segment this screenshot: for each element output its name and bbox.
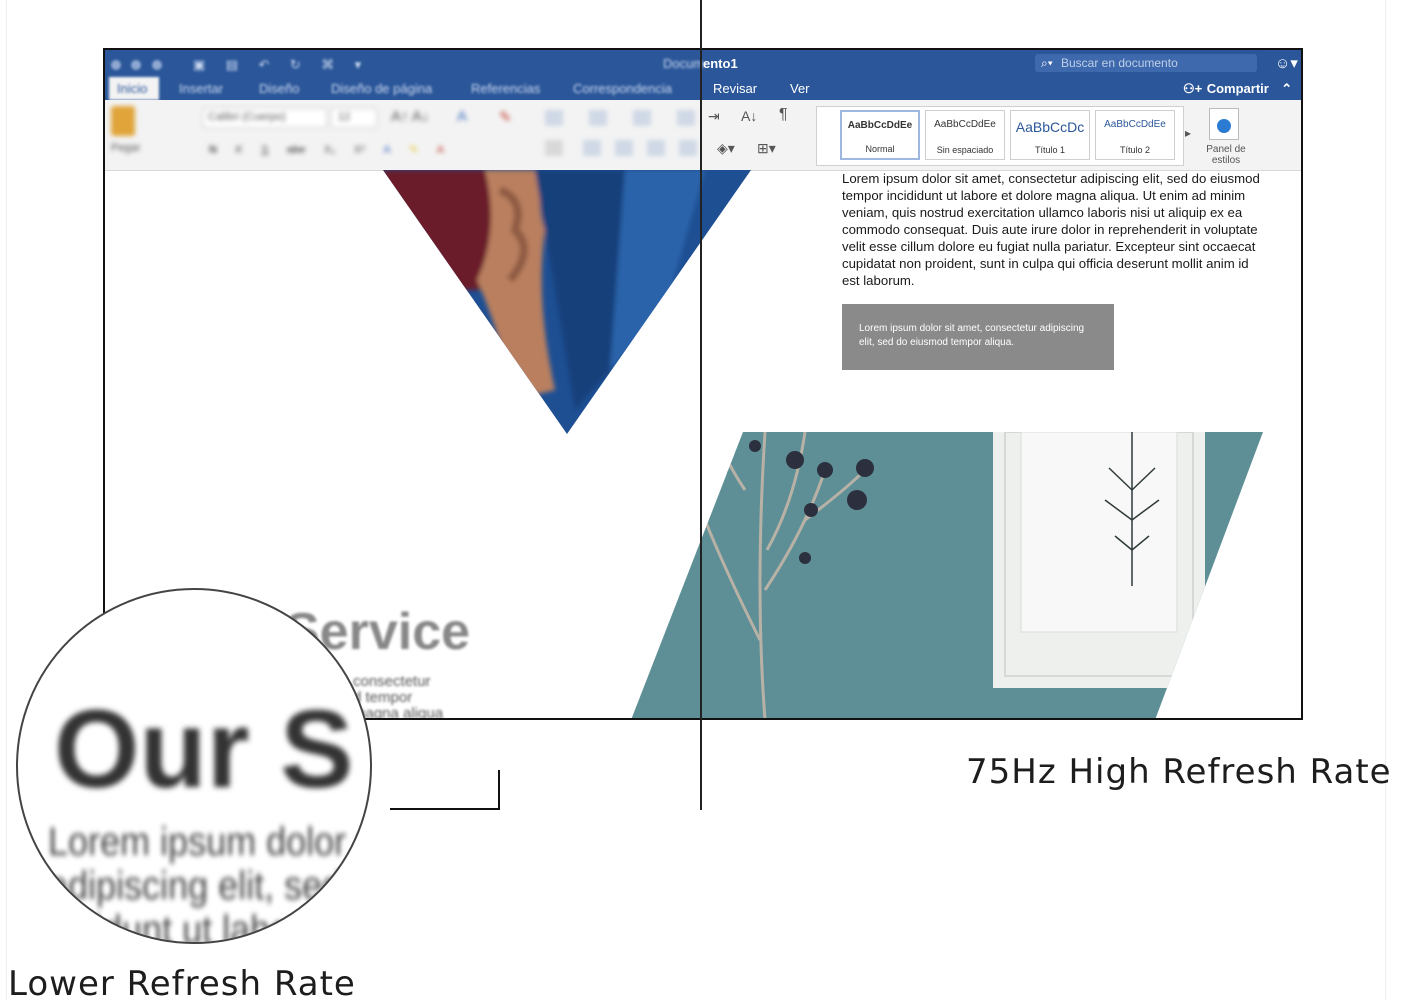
tab-referencias[interactable]: Referencias [471,81,540,96]
tab-inicio[interactable]: Inicio [117,81,147,96]
format-buttons: N K S abe X₂ X² A ✎ A [209,140,444,158]
paste-icon[interactable] [111,106,135,136]
paste-label[interactable]: Pegar [111,142,140,154]
style-titulo-2[interactable]: AaBbCcDdEe Título 2 [1095,110,1175,160]
pointer-line-vertical [498,770,500,810]
title-bar: ▣ ▤ ↶ ↻ ⌘ ▾ Docum ento1 ⌕▾ Buscar en doc… [105,50,1301,76]
indent-right-icon[interactable]: ⇥ [708,108,720,125]
text-effects-icon[interactable]: A [457,108,467,125]
tab-insertar[interactable]: Insertar [179,81,223,96]
clear-format-icon[interactable]: ✎ [499,108,512,126]
search-icon: ⌕▾ [1041,56,1053,70]
styles-more-arrow-icon[interactable]: ▸ [1185,126,1191,140]
align-center-icon[interactable] [583,140,601,156]
numbering-icon[interactable] [589,110,607,126]
ribbon: Pegar Calibri (Cuerpo) 12 A↑ A↓ A ✎ N K … [105,100,1301,171]
align-left-icon[interactable] [545,140,563,156]
tab-correspondencia[interactable]: Correspondencia [573,81,672,96]
font-color-icon[interactable]: A [437,144,444,156]
justify-icon[interactable] [647,140,665,156]
share-label: Compartir [1206,81,1269,96]
bullets-icon[interactable] [545,110,563,126]
quick-access-toolbar[interactable]: ▣ ▤ ↶ ↻ ⌘ ▾ [193,56,361,74]
bold-button[interactable]: N [209,144,217,156]
low-refresh-caption: Lower Refresh Rate [8,964,356,1004]
tab-diseno[interactable]: Diseño [259,81,299,96]
ribbon-tab-bar: Inicio Insertar Diseño Diseño de página … [105,76,1301,100]
collapse-ribbon-icon[interactable]: ⌃ [1281,81,1292,96]
callout-box[interactable]: Lorem ipsum dolor sit amet, consectetur … [842,304,1114,370]
callout-text: Lorem ipsum dolor sit amet, consectetur … [859,323,1085,348]
styles-panel-label[interactable]: Panel de estilos [1201,144,1251,166]
style-titulo-1[interactable]: AaBbCcDc Título 1 [1010,110,1090,160]
indent-icon[interactable] [677,110,695,126]
magnifier-heading: Our S [54,688,354,811]
multilevel-list-icon[interactable] [633,110,651,126]
align-right-icon[interactable] [615,140,633,156]
smiley-feedback-icon[interactable]: ☺▾ [1275,54,1298,72]
strikethrough-button[interactable]: abe [287,144,305,156]
line-spacing-icon[interactable] [679,140,697,156]
comparison-divider [700,0,702,810]
sort-icon[interactable]: A↓ [741,108,757,124]
styles-panel-icon[interactable] [1209,108,1239,140]
magnifier-lens: Our S Lorem ipsum dolor sit adipiscing e… [16,588,372,944]
style-normal[interactable]: AaBbCcDdEe Normal [840,110,920,160]
magnifier-text: Lorem ipsum dolor sit adipiscing elit, s… [48,818,372,944]
high-refresh-caption: 75Hz High Refresh Rate [966,752,1392,792]
font-name-select[interactable]: Calibri (Cuerpo) [203,108,327,128]
add-person-icon: ⚇+ [1183,81,1203,96]
search-placeholder: Buscar en documento [1061,56,1178,70]
tab-revisar[interactable]: Revisar [713,81,757,96]
tab-diseno-pagina[interactable]: Diseño de página [331,81,432,96]
italic-button[interactable]: K [235,144,242,156]
share-button[interactable]: ⚇+ Compartir ⌃ [1183,80,1292,98]
ribbon-left-blurred: Pegar Calibri (Cuerpo) 12 A↑ A↓ A ✎ N K … [105,100,703,170]
shading-icon[interactable]: ◈▾ [717,140,735,157]
search-input[interactable]: ⌕▾ Buscar en documento [1035,54,1257,72]
window-controls[interactable] [111,57,162,75]
subscript-button[interactable]: X₂ [324,144,336,156]
triangle-photo [383,170,751,434]
superscript-button[interactable]: X² [354,144,365,156]
highlight-icon[interactable]: ✎ [409,144,418,156]
service-text: consectetur d tempor magna aliqua [353,673,444,720]
font-size-select[interactable]: 12 [331,108,377,128]
tab-ver[interactable]: Ver [790,81,810,96]
pointer-line [390,808,500,810]
paragraph-marks-icon[interactable]: ¶ [779,106,788,124]
style-sin-espaciado[interactable]: AaBbCcDdEe Sin espaciado [925,110,1005,160]
grow-font-icon[interactable]: A↑ A↓ [391,108,429,125]
wall-photo [631,432,1263,718]
underline-button[interactable]: S [261,144,268,156]
text-effects-icon-2[interactable]: A [383,144,390,156]
window-title: ento1 [703,56,738,71]
borders-icon[interactable]: ⊞▾ [757,140,776,157]
document-paragraph[interactable]: Lorem ipsum dolor sit amet, consectetur … [842,170,1262,289]
window-title-blurred: Docum [663,56,705,71]
